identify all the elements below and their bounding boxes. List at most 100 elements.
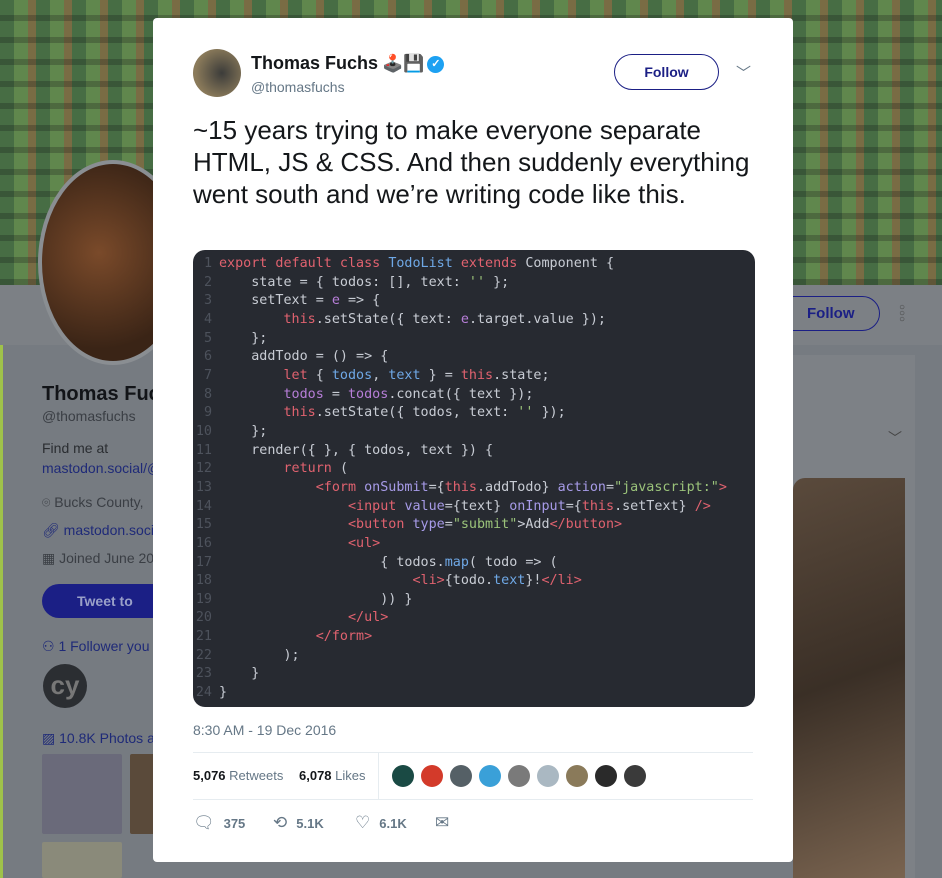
retweet-button[interactable]: ⟲ 5.1K — [273, 813, 324, 833]
line-number: 1 — [203, 256, 212, 271]
profile-bio-link[interactable]: mastodon.social/@ — [42, 460, 161, 476]
profile-website[interactable]: 🔗︎ mastodon.soci — [42, 522, 154, 539]
code-token: ( — [339, 461, 348, 477]
code-token: , — [372, 367, 389, 383]
direct-message-button[interactable]: ✉︎ — [435, 813, 458, 833]
code-token: type — [412, 517, 445, 533]
liker-avatar[interactable] — [595, 765, 617, 787]
code-token: </form> — [315, 629, 373, 645]
likes-stat[interactable]: 6,078 Likes — [299, 768, 366, 783]
code-line: 4 this.setState({ text: e.target.value }… — [193, 311, 755, 330]
code-token: text — [388, 367, 421, 383]
line-number: 20 — [195, 610, 212, 626]
media-image — [793, 478, 905, 878]
code-token: } — [219, 685, 228, 701]
code-line: 21 </form> — [193, 628, 755, 647]
chevron-down-icon[interactable]: ﹀ — [736, 62, 751, 83]
like-button[interactable]: ♡ 6.1K — [355, 813, 407, 833]
line-number: 13 — [195, 479, 212, 495]
reply-button[interactable]: 🗨︎ 375 — [193, 813, 245, 833]
code-token: todos — [348, 386, 389, 402]
code-token: {todo. — [444, 573, 494, 589]
code-token: </button> — [549, 517, 623, 533]
liker-avatar[interactable] — [392, 765, 414, 787]
code-token: e — [460, 311, 469, 327]
followers-you-know[interactable]: ⚇ 1 Follower you — [42, 638, 150, 655]
code-token: this — [460, 367, 494, 383]
author-avatar[interactable] — [193, 49, 241, 97]
code-image[interactable]: 1 export default class TodoList extends C… — [193, 250, 755, 707]
envelope-icon: ✉︎ — [435, 813, 450, 832]
liker-avatar[interactable] — [421, 765, 443, 787]
code-token: <button — [348, 517, 413, 533]
code-line: 15 <button type="submit">Add</button> — [193, 516, 755, 535]
more-icon[interactable]: ○ ○ ○ — [899, 303, 905, 325]
follow-button[interactable]: Follow — [614, 54, 719, 90]
retweets-stat[interactable]: 5,076 Retweets — [193, 768, 283, 783]
heart-icon: ♡ — [355, 813, 371, 832]
code-token: >Add — [517, 517, 550, 533]
author-handle[interactable]: @thomasfuchs — [251, 79, 345, 95]
code-line: 7 let { todos, text } = this.state; — [193, 367, 755, 386]
tweet-timestamp[interactable]: 8:30 AM - 19 Dec 2016 — [193, 722, 336, 738]
code-token: todos — [331, 367, 373, 383]
joystick-floppy-emoji: 🕹️💾 — [382, 54, 425, 73]
profile-handle: @thomasfuchs — [42, 408, 136, 424]
liker-avatar[interactable] — [508, 765, 530, 787]
code-token: } — [219, 666, 260, 682]
author-name[interactable]: Thomas Fuchs 🕹️💾 ✓ — [251, 53, 445, 74]
line-number: 23 — [195, 666, 212, 682]
code-token: this — [581, 498, 615, 514]
line-number: 9 — [203, 405, 212, 421]
photos-link[interactable]: ▨ 10.8K Photos a — [42, 730, 155, 747]
code-token: render({ }, { todos, text }) { — [219, 442, 494, 458]
line-number: 8 — [203, 386, 212, 402]
code-token: > — [718, 479, 727, 495]
code-token: .concat({ text }); — [388, 386, 534, 402]
person-icon: ⚇ — [42, 638, 59, 654]
photo-thumbnail[interactable] — [42, 754, 122, 834]
divider — [378, 753, 379, 799]
code-token: .setState({ text: — [315, 311, 461, 327]
line-number: 7 — [203, 367, 212, 383]
code-token: map — [444, 554, 469, 570]
code-token: extends — [460, 256, 526, 271]
photo-thumbnail[interactable] — [42, 842, 122, 878]
code-token: = — [444, 517, 453, 533]
tweet-text: ~15 years trying to make everyone separa… — [193, 115, 750, 209]
line-number: 2 — [203, 274, 212, 290]
retweet-icon: ⟲ — [273, 813, 288, 832]
profile-bio: Find me at — [42, 440, 109, 456]
code-token: action — [557, 479, 606, 495]
code-token: </ul> — [348, 610, 389, 626]
liker-avatar[interactable] — [624, 765, 646, 787]
line-number: 16 — [195, 535, 212, 551]
liker-avatar[interactable] — [537, 765, 559, 787]
code-token: /> — [694, 498, 711, 514]
follower-avatar[interactable]: cy — [43, 664, 87, 708]
liker-avatar[interactable] — [450, 765, 472, 787]
code-line: 5 }; — [193, 330, 755, 349]
code-token: '' — [517, 405, 534, 421]
code-token: this — [444, 479, 477, 495]
liker-avatar[interactable] — [566, 765, 588, 787]
code-token: "javascript:" — [614, 479, 719, 495]
code-token: todos — [283, 386, 324, 402]
code-token: .setState({ todos, text: — [315, 405, 518, 421]
chevron-down-icon[interactable]: ﹀ — [888, 428, 902, 448]
code-token: .target.value }); — [468, 311, 606, 327]
verified-icon: ✓ — [427, 56, 445, 73]
line-number: 15 — [195, 517, 212, 533]
code-line: 10 }; — [193, 423, 755, 442]
liker-avatar[interactable] — [479, 765, 501, 787]
code-token: return — [283, 461, 340, 477]
code-token: = — [323, 386, 348, 402]
